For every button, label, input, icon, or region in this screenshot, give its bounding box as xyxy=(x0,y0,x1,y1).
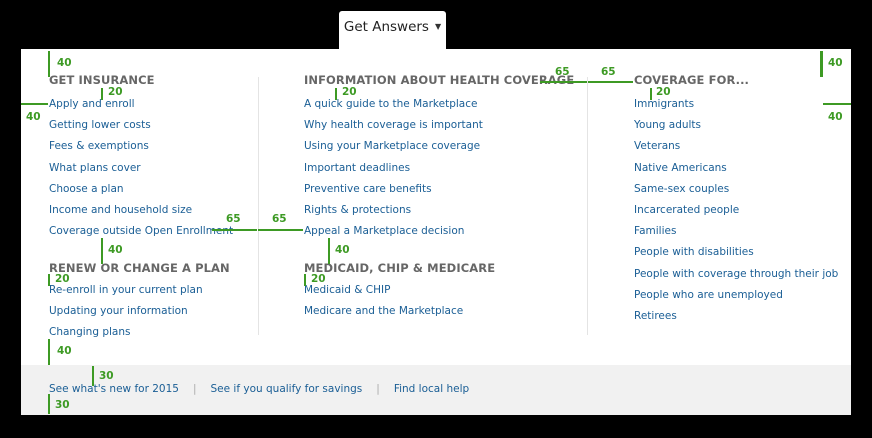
menu-link[interactable]: People with disabilities xyxy=(634,242,838,263)
column-divider xyxy=(587,77,588,335)
link-list-coverage-for: Immigrants Young adults Veterans Native … xyxy=(634,94,838,327)
footer-separator: | xyxy=(192,383,197,395)
link-list-get-insurance: Apply and enroll Getting lower costs Fee… xyxy=(49,94,233,242)
spacing-annotation: 40 xyxy=(828,111,843,123)
spacing-annotation: 20 xyxy=(108,86,123,98)
menu-link[interactable]: Same-sex couples xyxy=(634,179,838,200)
spacing-annotation: 20 xyxy=(55,273,70,285)
spacing-marker-line xyxy=(21,103,48,105)
spacing-marker-line xyxy=(101,88,103,100)
menu-link[interactable]: What plans cover xyxy=(49,158,233,179)
spacing-annotation: 20 xyxy=(656,86,671,98)
spacing-annotation: 40 xyxy=(57,345,72,357)
menu-link[interactable]: Income and household size xyxy=(49,200,233,221)
spacing-annotation: 40 xyxy=(828,57,843,69)
spacing-annotation: 40 xyxy=(335,244,350,256)
menu-link[interactable]: Medicaid & CHIP xyxy=(304,280,495,301)
footer-link-local-help[interactable]: Find local help xyxy=(394,383,469,395)
spacing-marker-line xyxy=(101,238,103,264)
spacing-annotation: 65 xyxy=(555,66,570,78)
menu-link[interactable]: Incarcerated people xyxy=(634,200,838,221)
section-heading-get-insurance: GET INSURANCE xyxy=(49,73,155,87)
menu-link[interactable]: Changing plans xyxy=(49,322,230,343)
footer-link-savings[interactable]: See if you qualify for savings xyxy=(211,383,363,395)
spacing-annotation: 20 xyxy=(342,86,357,98)
menu-footer: See what's new for 2015 | See if you quali… xyxy=(21,365,851,415)
column-renew: RENEW OR CHANGE A PLAN Re-enroll in your… xyxy=(49,259,230,344)
caret-down-icon: ▼ xyxy=(434,22,442,31)
spacing-marker-line xyxy=(540,81,587,83)
spacing-annotation: 30 xyxy=(99,370,114,382)
column-get-insurance: GET INSURANCE Apply and enroll Getting l… xyxy=(49,71,233,242)
spacing-marker-line xyxy=(48,51,50,77)
menu-link[interactable]: Why health coverage is important xyxy=(304,115,574,136)
spacing-marker-line xyxy=(92,366,94,386)
menu-link[interactable]: Retirees xyxy=(634,306,838,327)
menu-link[interactable]: Medicare and the Marketplace xyxy=(304,301,495,322)
mega-menu-panel: GET INSURANCE Apply and enroll Getting l… xyxy=(21,49,851,365)
spacing-marker-line xyxy=(212,229,257,231)
menu-link[interactable]: Apply and enroll xyxy=(49,94,233,115)
menu-link[interactable]: Coverage outside Open Enrollment xyxy=(49,221,233,242)
spacing-marker-line xyxy=(820,51,823,77)
spacing-annotation: 20 xyxy=(311,273,326,285)
spacing-marker-line xyxy=(588,81,633,83)
spacing-annotation: 65 xyxy=(272,213,287,225)
footer-link-whats-new[interactable]: See what's new for 2015 xyxy=(49,383,179,395)
menu-link[interactable]: Families xyxy=(634,221,838,242)
menu-link[interactable]: Preventive care benefits xyxy=(304,179,574,200)
footer-links: See what's new for 2015 | See if you quali… xyxy=(49,383,469,395)
spacing-annotation: 40 xyxy=(57,57,72,69)
menu-link[interactable]: Re-enroll in your current plan xyxy=(49,280,230,301)
menu-link[interactable]: Appeal a Marketplace decision xyxy=(304,221,574,242)
spacing-marker-line xyxy=(48,274,50,286)
spacing-annotation: 65 xyxy=(226,213,241,225)
spacing-marker-line xyxy=(48,339,50,365)
section-heading-renew: RENEW OR CHANGE A PLAN xyxy=(49,261,230,275)
get-answers-tab[interactable]: Get Answers ▼ xyxy=(339,11,446,51)
spacing-marker-line xyxy=(823,103,851,105)
footer-separator: | xyxy=(376,383,380,395)
spacing-annotation: 65 xyxy=(601,66,616,78)
menu-link[interactable]: Native Americans xyxy=(634,158,838,179)
spacing-marker-line xyxy=(335,88,337,100)
menu-link[interactable]: People who are unemployed xyxy=(634,285,838,306)
spacing-marker-line xyxy=(328,238,330,264)
spacing-annotation: 40 xyxy=(26,111,41,123)
menu-link[interactable]: Veterans xyxy=(634,136,838,157)
link-list-renew: Re-enroll in your current plan Updating … xyxy=(49,280,230,344)
menu-link[interactable]: Fees & exemptions xyxy=(49,136,233,157)
menu-link[interactable]: Choose a plan xyxy=(49,179,233,200)
menu-link[interactable]: Getting lower costs xyxy=(49,115,233,136)
spacing-annotation: 30 xyxy=(55,399,70,411)
spacing-marker-line xyxy=(304,274,306,286)
menu-link[interactable]: Rights & protections xyxy=(304,200,574,221)
menu-link[interactable]: Important deadlines xyxy=(304,158,574,179)
menu-link[interactable]: Using your Marketplace coverage xyxy=(304,136,574,157)
spacing-marker-line xyxy=(650,88,652,100)
link-list-health-coverage: A quick guide to the Marketplace Why hea… xyxy=(304,94,574,242)
spacing-annotation: 40 xyxy=(108,244,123,256)
link-list-medicaid: Medicaid & CHIP Medicare and the Marketp… xyxy=(304,280,495,322)
spacing-marker-line xyxy=(48,394,50,414)
column-medicaid: MEDICAID, CHIP & MEDICARE Medicaid & CHI… xyxy=(304,259,495,322)
section-heading-medicaid: MEDICAID, CHIP & MEDICARE xyxy=(304,261,496,275)
column-divider xyxy=(258,77,259,335)
tab-label: Get Answers xyxy=(343,19,429,35)
spacing-marker-line xyxy=(258,229,303,231)
menu-link[interactable]: Updating your information xyxy=(49,301,230,322)
column-coverage-for: COVERAGE FOR... Immigrants Young adults … xyxy=(634,71,838,327)
menu-link[interactable]: Young adults xyxy=(634,115,838,136)
menu-link[interactable]: People with coverage through their job xyxy=(634,264,838,285)
